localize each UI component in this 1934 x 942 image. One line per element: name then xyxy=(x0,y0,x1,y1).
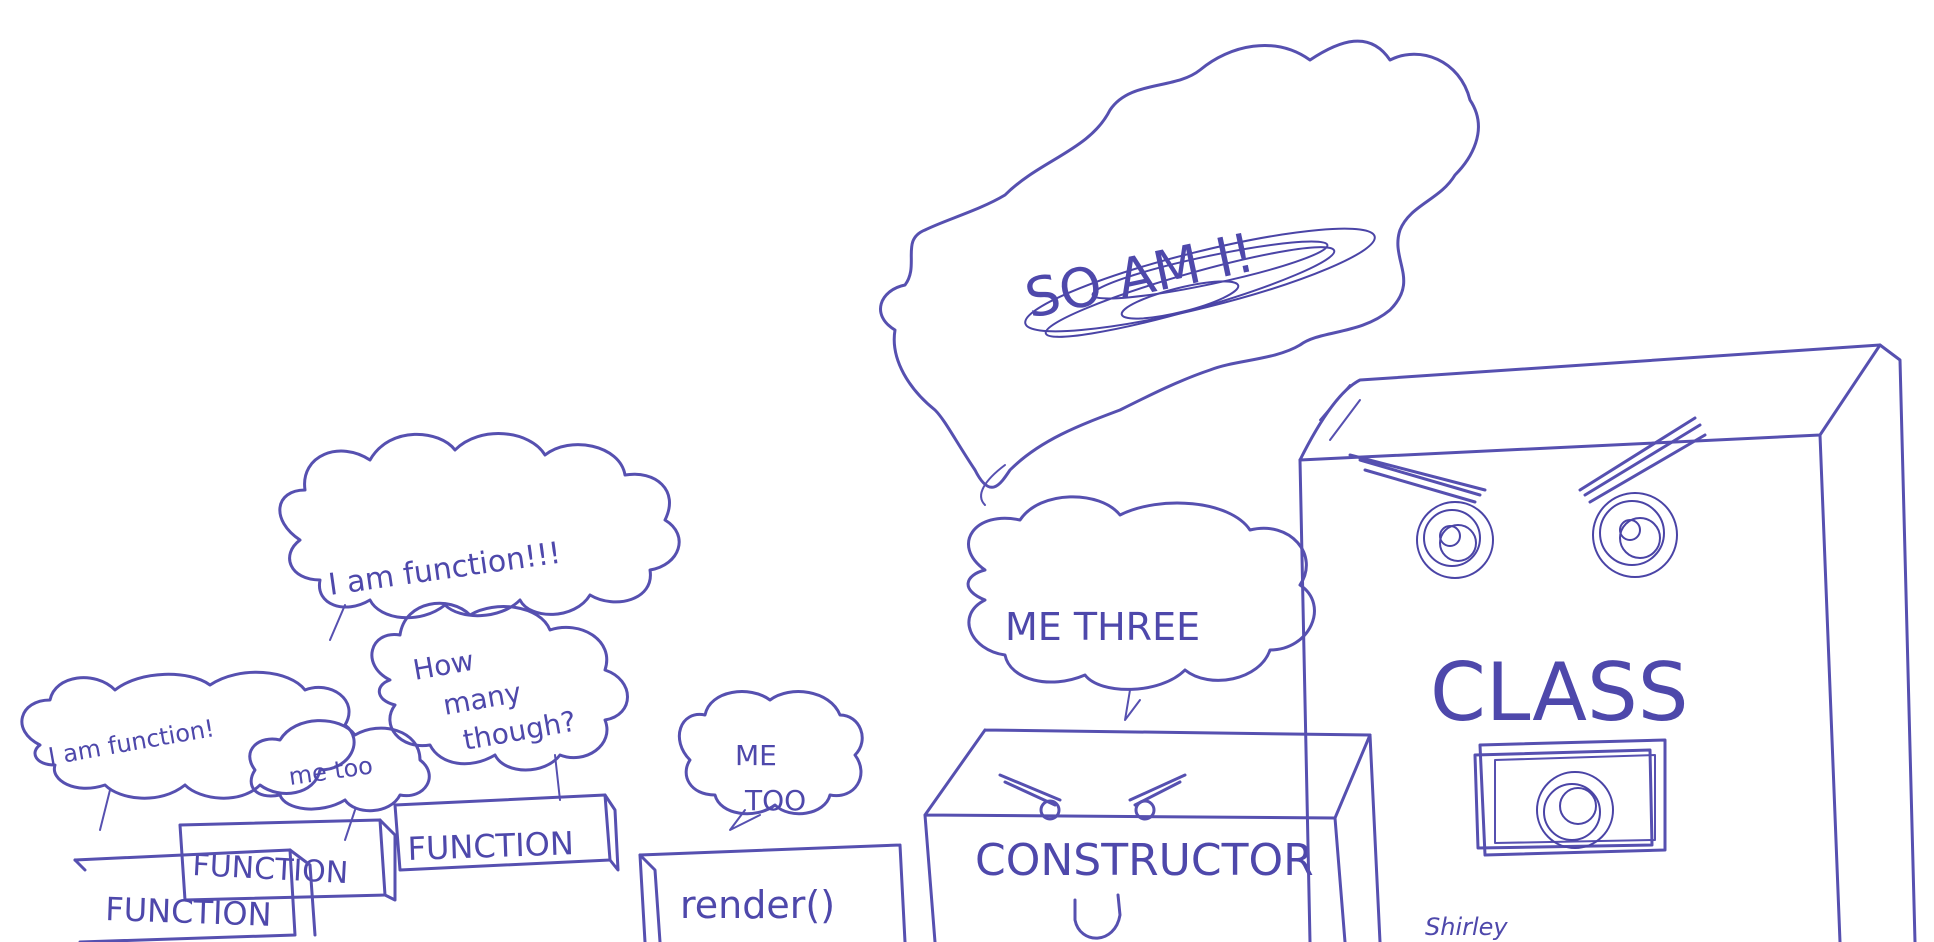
i-am-function-small-bubble: I am function! xyxy=(20,670,356,831)
doodle-canvas: SO AM I! I am function!!! How many thoug… xyxy=(20,39,1917,942)
constructor-label: CONSTRUCTOR xyxy=(975,835,1314,886)
render-label: render() xyxy=(680,883,835,927)
so-am-i-bubble: SO AM I! xyxy=(879,39,1480,506)
i-am-function-small-text: I am function! xyxy=(46,714,216,771)
render-box: render() xyxy=(638,843,907,942)
me-three-bubble: ME THREE xyxy=(966,495,1316,721)
class-label: CLASS xyxy=(1430,646,1689,739)
function-label-back: FUNCTION xyxy=(407,824,574,868)
class-left-eye xyxy=(1416,501,1494,579)
constructor-box: CONSTRUCTOR xyxy=(923,728,1382,942)
me-too-render-line-1: ME xyxy=(735,739,777,772)
function-box-back: FUNCTION xyxy=(393,793,620,872)
class-mouth xyxy=(1473,738,1667,857)
me-three-text: ME THREE xyxy=(1005,605,1200,649)
me-too-render-line-2: TOO xyxy=(744,784,806,817)
how-many-bubble: How many though? xyxy=(370,601,629,801)
class-right-eye xyxy=(1592,492,1678,578)
i-am-function-big-text: I am function!!! xyxy=(326,536,563,603)
me-too-render-bubble: ME TOO xyxy=(677,690,864,831)
function-box-middle: FUNCTION xyxy=(178,818,397,902)
how-many-line-1: How xyxy=(410,644,476,687)
class-box: CLASS xyxy=(1298,343,1917,942)
so-am-i-text: SO AM I! xyxy=(1020,221,1260,331)
function-label-front: FUNCTION xyxy=(105,890,272,934)
artist-signature: Shirley xyxy=(1425,913,1508,941)
me-too-small-text: me too xyxy=(287,751,375,790)
